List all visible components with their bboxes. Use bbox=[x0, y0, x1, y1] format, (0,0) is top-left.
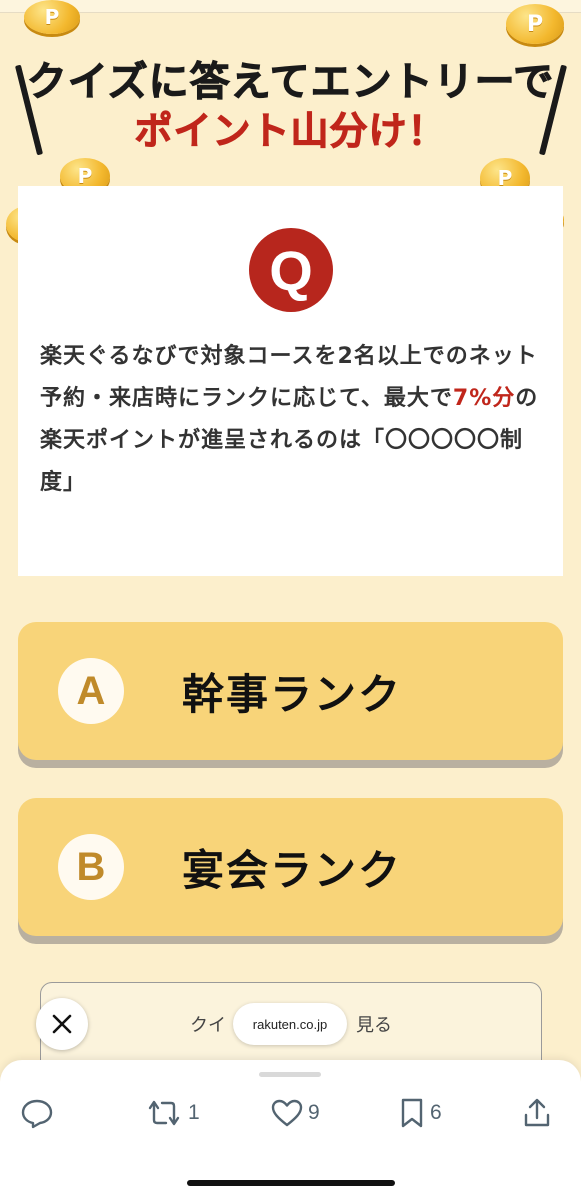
reply-button[interactable] bbox=[20, 1096, 54, 1130]
retweet-count: 1 bbox=[188, 1101, 200, 1124]
heart-icon bbox=[271, 1099, 303, 1127]
title-line-1: クイズに答えてエントリーで bbox=[26, 59, 555, 106]
close-button[interactable] bbox=[36, 998, 88, 1050]
reply-icon bbox=[21, 1099, 53, 1129]
bottom-action-bar: 1 9 6 bbox=[0, 1060, 581, 1200]
answer-a-button[interactable]: A 幹事ランク bbox=[18, 622, 563, 760]
answer-a-label: 幹事ランク bbox=[182, 669, 403, 719]
home-indicator[interactable] bbox=[187, 1180, 395, 1186]
more-card-text-left: クイ bbox=[190, 1015, 226, 1036]
like-count: 9 bbox=[308, 1101, 320, 1124]
answer-b-button[interactable]: B 宴会ランク bbox=[18, 798, 563, 936]
coin-icon: P bbox=[506, 4, 564, 44]
close-icon bbox=[52, 1014, 72, 1034]
bookmark-button[interactable]: 6 bbox=[398, 1096, 442, 1130]
retweet-icon bbox=[148, 1100, 180, 1126]
top-divider bbox=[0, 0, 581, 13]
retweet-button[interactable]: 1 bbox=[144, 1096, 200, 1130]
answer-b-label: 宴会ランク bbox=[182, 845, 403, 895]
question-highlight: 7%分 bbox=[452, 386, 516, 411]
banner-title: クイズに答えてエントリーで ポイント山分け！ bbox=[0, 58, 581, 156]
share-icon bbox=[524, 1098, 550, 1127]
bookmark-count: 6 bbox=[430, 1101, 442, 1124]
answer-a-letter-badge: A bbox=[58, 658, 124, 724]
sheet-grabber[interactable] bbox=[259, 1072, 321, 1077]
more-card-text-right: 見る bbox=[356, 1015, 392, 1036]
answer-b-letter-badge: B bbox=[58, 834, 124, 900]
like-button[interactable]: 9 bbox=[270, 1096, 320, 1130]
bookmark-icon bbox=[401, 1098, 423, 1128]
link-domain-pill[interactable]: rakuten.co.jp bbox=[233, 1003, 347, 1045]
question-card: Q 楽天ぐるなびで対象コースを2名以上でのネット予約・来店時にランクに応じて、最… bbox=[18, 186, 563, 576]
question-text: 楽天ぐるなびで対象コースを2名以上でのネット予約・来店時にランクに応じて、最大で… bbox=[40, 336, 550, 504]
coin-icon: P bbox=[24, 0, 80, 34]
question-badge: Q bbox=[249, 228, 333, 312]
title-line-2: ポイント山分け！ bbox=[134, 109, 447, 154]
share-button[interactable] bbox=[522, 1096, 552, 1130]
